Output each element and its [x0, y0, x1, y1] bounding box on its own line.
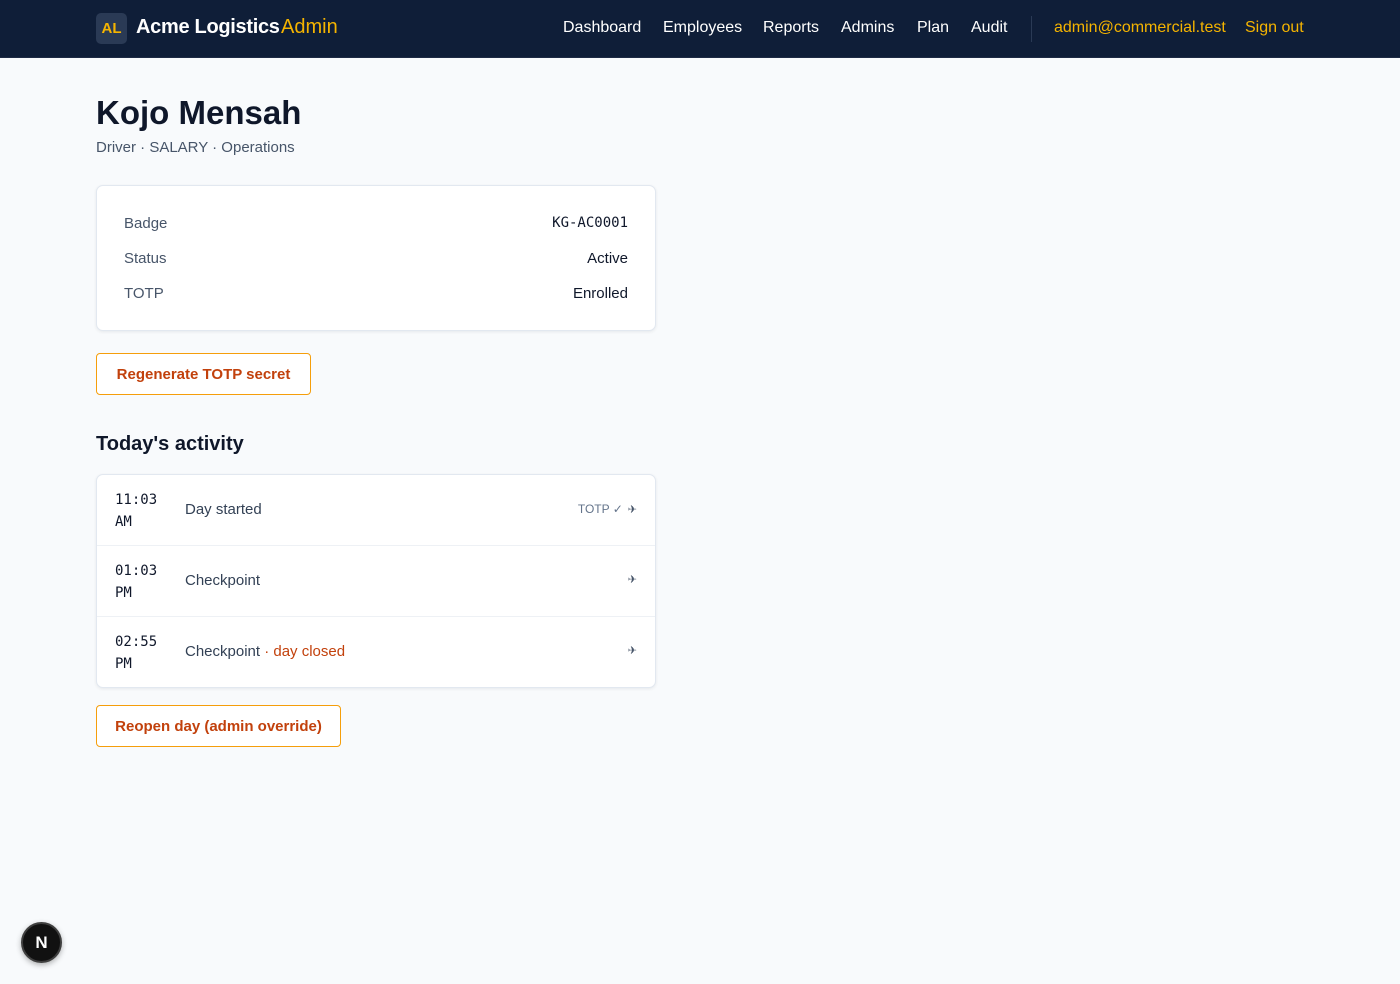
activity-item: 02:55 PM Checkpoint · day closed ✈	[97, 617, 655, 687]
activity-time: 11:03 AM	[115, 489, 175, 533]
sign-out-link[interactable]: Sign out	[1245, 19, 1304, 37]
activity-time-period: PM	[115, 585, 132, 601]
pin-icon[interactable]: ✈	[628, 644, 637, 657]
activity-time-period: AM	[115, 514, 132, 530]
info-row-status: Status Active	[124, 250, 628, 270]
activity-item: 01:03 PM Checkpoint ✈	[97, 546, 655, 617]
nav-audit[interactable]: Audit	[971, 19, 1007, 37]
activity-label: Day started	[185, 501, 262, 518]
pin-icon[interactable]: ✈	[628, 503, 637, 516]
info-row-totp: TOTP Enrolled	[124, 285, 628, 305]
activity-list: 11:03 AM Day started TOTP ✓ ✈ 01:03 PM C…	[96, 474, 656, 688]
employee-subtitle: Driver · SALARY · Operations	[96, 139, 295, 156]
activity-meta: ✈	[628, 573, 637, 586]
nav-reports[interactable]: Reports	[763, 19, 819, 37]
employee-info-card: Badge KG-AC0001 Status Active TOTP Enrol…	[96, 185, 656, 331]
user-email-link[interactable]: admin@commercial.test	[1054, 19, 1226, 37]
totp-label: TOTP	[124, 285, 164, 302]
activity-label-text: Checkpoint	[185, 572, 261, 589]
activity-label: Checkpoint	[185, 572, 260, 589]
activity-label-text: Checkpoint	[185, 643, 261, 660]
activity-time-clock: 11:03	[115, 492, 158, 508]
status-label: Status	[124, 250, 167, 267]
activity-label: Checkpoint · day closed	[185, 643, 345, 660]
regenerate-totp-button[interactable]: Regenerate TOTP secret	[96, 353, 311, 395]
employee-name: Kojo Mensah	[96, 94, 302, 131]
logo-badge[interactable]: AL	[96, 13, 127, 44]
day-closed-tag: · day closed	[260, 643, 346, 660]
pin-icon[interactable]: ✈	[628, 573, 637, 586]
nav-plan[interactable]: Plan	[917, 19, 949, 37]
activity-meta: TOTP ✓ ✈	[578, 502, 637, 516]
nav-divider	[1031, 16, 1032, 42]
activity-time: 01:03 PM	[115, 560, 175, 604]
totp-verified-tag: TOTP ✓	[577, 502, 623, 516]
activity-title: Today's activity	[96, 433, 244, 455]
nav-employees[interactable]: Employees	[663, 19, 742, 37]
activity-meta: ✈	[628, 644, 637, 657]
nav-admins[interactable]: Admins	[841, 19, 894, 37]
activity-time-clock: 01:03	[115, 563, 158, 579]
totp-value: Enrolled	[572, 285, 628, 302]
activity-time-clock: 02:55	[115, 634, 158, 650]
dev-tools-badge[interactable]: N	[21, 922, 62, 963]
badge-label: Badge	[124, 215, 168, 232]
nav-dashboard[interactable]: Dashboard	[563, 19, 641, 37]
status-value: Active	[587, 250, 628, 267]
activity-time-period: PM	[115, 656, 132, 672]
reopen-day-button[interactable]: Reopen day (admin override)	[96, 705, 341, 747]
brand-name[interactable]: Acme Logistics	[136, 16, 280, 39]
activity-time: 02:55 PM	[115, 631, 175, 675]
activity-item: 11:03 AM Day started TOTP ✓ ✈	[97, 475, 655, 546]
activity-label-text: Day started	[185, 501, 262, 518]
info-row-badge: Badge KG-AC0001	[124, 215, 628, 235]
brand-suffix: Admin	[281, 16, 338, 38]
badge-value: KG-AC0001	[552, 215, 628, 231]
top-navbar: AL Acme Logistics Admin Dashboard Employ…	[0, 0, 1400, 58]
